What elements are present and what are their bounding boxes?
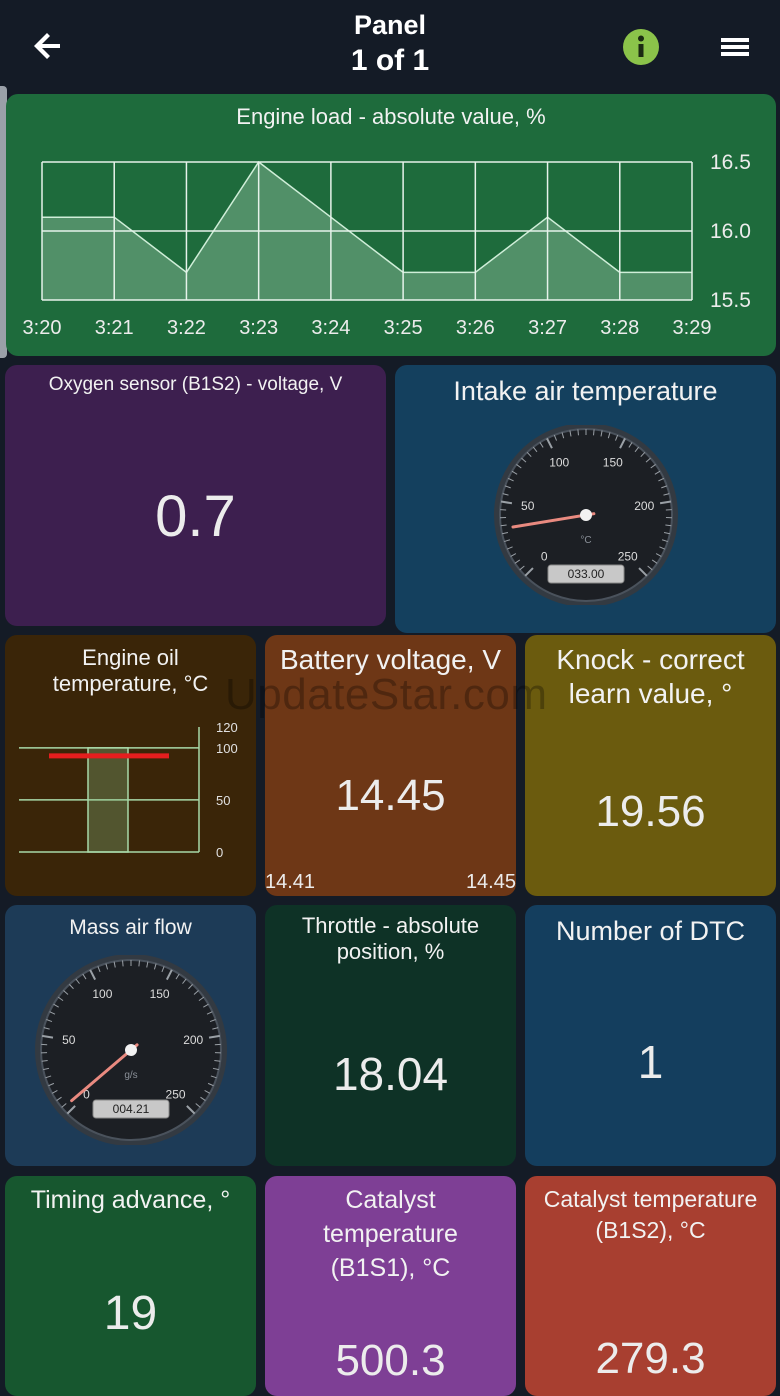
gauge-tick-label: 50	[62, 1033, 76, 1047]
hamburger-menu-icon[interactable]	[718, 30, 752, 64]
gauge-tick	[578, 429, 579, 435]
maf-gauge: 050100150200250g/s004.21	[26, 955, 236, 1145]
x-tick-label: 3:28	[600, 317, 639, 339]
x-tick-label: 3:23	[239, 317, 278, 339]
tile-title: Catalyst temperature (B1S2), °C	[525, 1184, 776, 1246]
tile-title: Catalyst temperature (B1S1), °C	[265, 1184, 516, 1285]
x-tick-label: 3:21	[95, 317, 134, 339]
mass-air-flow-tile[interactable]: Mass air flow 050100150200250g/s004.21	[5, 905, 256, 1166]
battery-max-value: 14.45	[466, 871, 516, 894]
tile-value: 19.56	[525, 787, 776, 837]
x-tick-label: 3:22	[167, 317, 206, 339]
tile-title: Mass air flow	[5, 915, 256, 940]
engine-oil-temp-tile[interactable]: Engine oil temperature, °C 120100500	[5, 635, 256, 896]
tile-value: 0.7	[5, 483, 386, 550]
x-tick-label: 3:27	[528, 317, 567, 339]
tile-value: 14.45	[265, 771, 516, 821]
tile-value: 19	[5, 1286, 256, 1341]
gauge-tick-label: 0	[541, 550, 548, 564]
engine-load-chart: 3:20 3:21 3:22 3:23 3:24 3:25 3:26 3:27 3:28 3:29…	[6, 94, 776, 356]
battery-voltage-tile[interactable]: Battery voltage, V 14.45 14.41 14.45	[265, 635, 516, 896]
gauge-tick	[123, 960, 124, 966]
knock-correct-tile[interactable]: Knock - correct learn value, ° 19.56	[525, 635, 776, 896]
timing-advance-tile[interactable]: Timing advance, ° 19	[5, 1176, 256, 1396]
engine-load-tile[interactable]: Engine load - absolute value, % 3:203:21…	[6, 94, 776, 356]
gauge-tick-label: 100	[92, 987, 112, 1001]
oil-temp-bar-chart: 120 100 50 0	[5, 635, 256, 896]
tile-title: Battery voltage, V	[265, 643, 516, 677]
x-tick-label: 3:29	[673, 317, 712, 339]
gauge-readout: 033.00	[568, 567, 605, 581]
gauge-tick-label: 150	[150, 987, 170, 1001]
gauge-tick-label: 250	[166, 1088, 186, 1102]
tile-value: 18.04	[265, 1047, 516, 1101]
throttle-position-tile[interactable]: Throttle - absolute position, % 18.04	[265, 905, 516, 1166]
y-tick-label: 16.5	[710, 151, 751, 174]
oil-temp-bar	[88, 748, 128, 852]
gauge-hub	[125, 1044, 137, 1056]
tile-title: Knock - correct learn value, °	[525, 643, 776, 710]
battery-min-value: 14.41	[265, 871, 315, 894]
page-indicator: 1 of 1	[0, 44, 780, 78]
tile-title: Intake air temperature	[395, 375, 776, 407]
tile-title: Oxygen sensor (B1S2) - voltage, V	[5, 374, 386, 397]
catalyst-temp-b1s1-tile[interactable]: Catalyst temperature (B1S1), °C 500.3	[265, 1176, 516, 1396]
tile-title: Number of DTC	[525, 915, 776, 947]
tile-title: Throttle - absolute position, %	[265, 913, 516, 966]
gauge-readout: 004.21	[113, 1102, 150, 1116]
gauge-unit: °C	[580, 535, 591, 546]
gauge-tick-label: 200	[634, 499, 654, 513]
gauge-tick-label: 50	[521, 499, 535, 513]
y-tick-label: 100	[216, 741, 238, 756]
info-icon[interactable]	[622, 28, 660, 66]
y-tick-label: 16.0	[710, 220, 751, 243]
x-tick-label: 3:24	[311, 317, 350, 339]
oxygen-sensor-tile[interactable]: Oxygen sensor (B1S2) - voltage, V 0.7	[5, 365, 386, 626]
gauge-hub	[580, 509, 592, 521]
gauge-tick-label: 100	[549, 455, 569, 469]
y-tick-label: 120	[216, 720, 238, 735]
panel-title: Panel	[0, 10, 780, 41]
gauge-tick	[139, 960, 140, 966]
gauge-tick-label: 250	[618, 550, 638, 564]
tile-title: Timing advance, °	[5, 1185, 256, 1215]
gauge-unit: g/s	[124, 1070, 137, 1081]
gauge-tick	[594, 429, 595, 435]
y-tick-label: 15.5	[710, 289, 751, 312]
top-bar: Panel 1 of 1	[0, 0, 780, 92]
x-tick-label: 3:20	[23, 317, 62, 339]
x-tick-label: 3:26	[456, 317, 495, 339]
gauge-tick-label: 200	[183, 1033, 203, 1047]
intake-air-temp-tile[interactable]: Intake air temperature 0 50 100 150 200 250 °C…	[395, 365, 776, 633]
catalyst-temp-b1s2-tile[interactable]: Catalyst temperature (B1S2), °C 279.3	[525, 1176, 776, 1396]
gauge-tick-label: 150	[603, 455, 623, 469]
y-tick-label: 50	[216, 793, 230, 808]
tile-value: 500.3	[265, 1336, 516, 1386]
tile-value: 1	[525, 1035, 776, 1089]
x-tick-label: 3:25	[384, 317, 423, 339]
y-tick-label: 0	[216, 845, 223, 860]
tile-value: 279.3	[525, 1334, 776, 1384]
dtc-count-tile[interactable]: Number of DTC 1	[525, 905, 776, 1166]
intake-gauge: 0 50 100 150 200 250 °C 033.00	[486, 425, 686, 605]
